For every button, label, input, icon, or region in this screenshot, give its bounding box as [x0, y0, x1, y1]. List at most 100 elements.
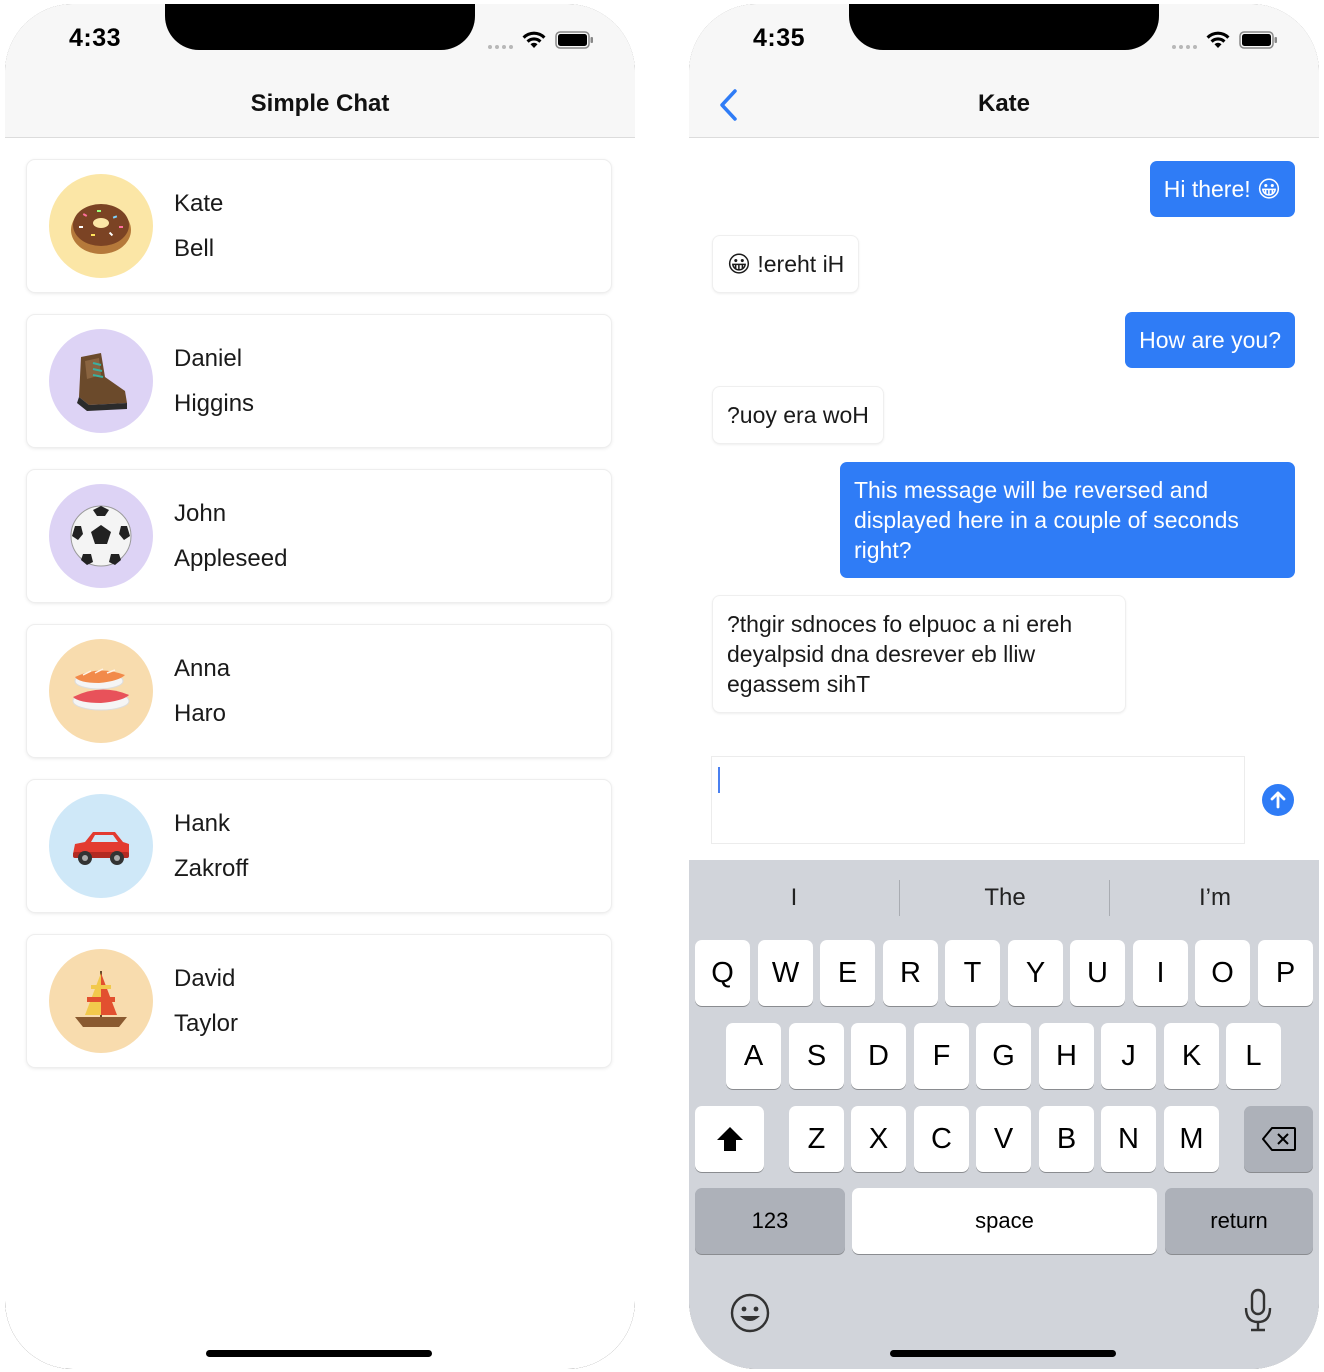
key-y[interactable]: Y [1008, 940, 1063, 1006]
outgoing-message: Hi there! 😀 [1149, 161, 1295, 217]
text-caret [718, 767, 720, 793]
key-k[interactable]: K [1164, 1023, 1219, 1089]
sailboat-icon [75, 971, 127, 1027]
battery-icon [1239, 31, 1277, 49]
key-o[interactable]: O [1195, 940, 1250, 1006]
incoming-message: 😀 !ereht iH [713, 236, 859, 292]
key-f[interactable]: F [914, 1023, 969, 1089]
key-z[interactable]: Z [789, 1106, 844, 1172]
avatar [49, 484, 153, 588]
notch [849, 4, 1159, 50]
avatar [49, 329, 153, 433]
hiking-boot-icon [77, 353, 127, 411]
arrow-up-icon [1270, 791, 1286, 809]
sushi-icon [72, 668, 130, 711]
key-w[interactable]: W [758, 940, 813, 1006]
donut-icon [71, 204, 131, 254]
key-q[interactable]: Q [695, 940, 750, 1006]
chat-screen: Kate 4:35 Hi there! 😀 😀 !ereht iH How ar… [689, 4, 1319, 1369]
notch [165, 4, 475, 50]
key-s[interactable]: S [789, 1023, 844, 1089]
contact-card[interactable]: Anna Haro [27, 625, 611, 757]
key-g[interactable]: G [976, 1023, 1031, 1089]
car-icon [73, 832, 129, 865]
key-u[interactable]: U [1070, 940, 1125, 1006]
message-input[interactable] [711, 756, 1245, 844]
contact-first-name: Hank [174, 810, 231, 837]
contact-card[interactable]: Daniel Higgins [27, 315, 611, 447]
contact-first-name: Kate [174, 190, 224, 217]
key-l[interactable]: L [1226, 1023, 1281, 1089]
suggestion-item[interactable]: I [689, 884, 899, 912]
page-title: Simple Chat [250, 90, 390, 117]
status-time: 4:35 [753, 24, 806, 52]
contacts-phone: Simple Chat 4:33 Kate Bell Daniel Higgin… [5, 4, 635, 1369]
wifi-icon [522, 31, 546, 48]
send-button[interactable] [1262, 784, 1294, 816]
contact-last-name: Zakroff [174, 855, 249, 882]
battery-icon [555, 31, 593, 49]
soccer-ball-icon [70, 505, 132, 567]
suggestion-item[interactable]: The [900, 884, 1110, 912]
contact-last-name: Taylor [174, 1010, 239, 1037]
avatar [49, 794, 153, 898]
signal-icon [488, 31, 513, 49]
key-t[interactable]: T [945, 940, 1000, 1006]
contact-first-name: David [174, 965, 236, 992]
suggestion-item[interactable]: I’m [1110, 884, 1319, 912]
key-r[interactable]: R [883, 940, 938, 1006]
contact-card[interactable]: David Taylor [27, 935, 611, 1067]
outgoing-message: How are you? [1125, 312, 1295, 368]
page-title: Kate [977, 90, 1031, 117]
keyboard: I The I’m Q W E R T Y U I O P A S D F G … [689, 860, 1319, 1369]
key-v[interactable]: V [976, 1106, 1031, 1172]
contact-last-name: Higgins [174, 390, 255, 417]
key-c[interactable]: C [914, 1106, 969, 1172]
contact-last-name: Bell [174, 235, 215, 262]
wifi-icon [1206, 31, 1230, 48]
contact-last-name: Appleseed [174, 545, 288, 572]
key-h[interactable]: H [1039, 1023, 1094, 1089]
outgoing-message: This message will be reversed and displa… [840, 462, 1295, 578]
home-indicator [890, 1350, 1116, 1357]
return-key[interactable]: return [1165, 1188, 1313, 1254]
key-m[interactable]: M [1164, 1106, 1219, 1172]
key-b[interactable]: B [1039, 1106, 1094, 1172]
incoming-message: ?uoy era woH [713, 387, 883, 443]
contact-card[interactable]: Kate Bell [27, 160, 611, 292]
key-e[interactable]: E [820, 940, 875, 1006]
key-i[interactable]: I [1133, 940, 1188, 1006]
key-j[interactable]: J [1101, 1023, 1156, 1089]
contact-first-name: Daniel [174, 345, 243, 372]
suggestion-bar: I The I’m [689, 860, 1319, 934]
numbers-key[interactable]: 123 [695, 1188, 845, 1254]
message-list: Hi there! 😀 😀 !ereht iH How are you? ?uo… [689, 138, 1319, 758]
chat-phone: Kate 4:35 Hi there! 😀 😀 !ereht iH How ar… [689, 4, 1319, 1369]
avatar [49, 949, 153, 1053]
key-x[interactable]: X [851, 1106, 906, 1172]
contact-first-name: John [174, 500, 227, 527]
key-p[interactable]: P [1258, 940, 1313, 1006]
contact-card[interactable]: Hank Zakroff [27, 780, 611, 912]
avatar [49, 174, 153, 278]
home-indicator [206, 1350, 432, 1357]
shift-key[interactable] [695, 1106, 764, 1172]
delete-key[interactable] [1244, 1106, 1313, 1172]
contact-first-name: Anna [174, 655, 231, 682]
microphone-icon[interactable] [1242, 1288, 1274, 1334]
avatar [49, 639, 153, 743]
key-d[interactable]: D [851, 1023, 906, 1089]
backspace-icon [1261, 1127, 1296, 1151]
contact-list: Kate Bell Daniel Higgins John Appleseed … [27, 160, 611, 1090]
emoji-icon[interactable] [729, 1292, 771, 1334]
shift-arrow-icon [716, 1127, 743, 1151]
key-a[interactable]: A [726, 1023, 781, 1089]
contact-card[interactable]: John Appleseed [27, 470, 611, 602]
incoming-message: ?thgir sdnoces fo elpuoc a ni ereh deyal… [713, 596, 1125, 712]
key-n[interactable]: N [1101, 1106, 1156, 1172]
contacts-screen: Simple Chat 4:33 Kate Bell Daniel Higgin… [5, 4, 635, 1369]
space-key[interactable]: space [852, 1188, 1157, 1254]
contact-last-name: Haro [174, 700, 227, 727]
status-time: 4:33 [69, 24, 122, 52]
signal-icon [1172, 31, 1197, 49]
